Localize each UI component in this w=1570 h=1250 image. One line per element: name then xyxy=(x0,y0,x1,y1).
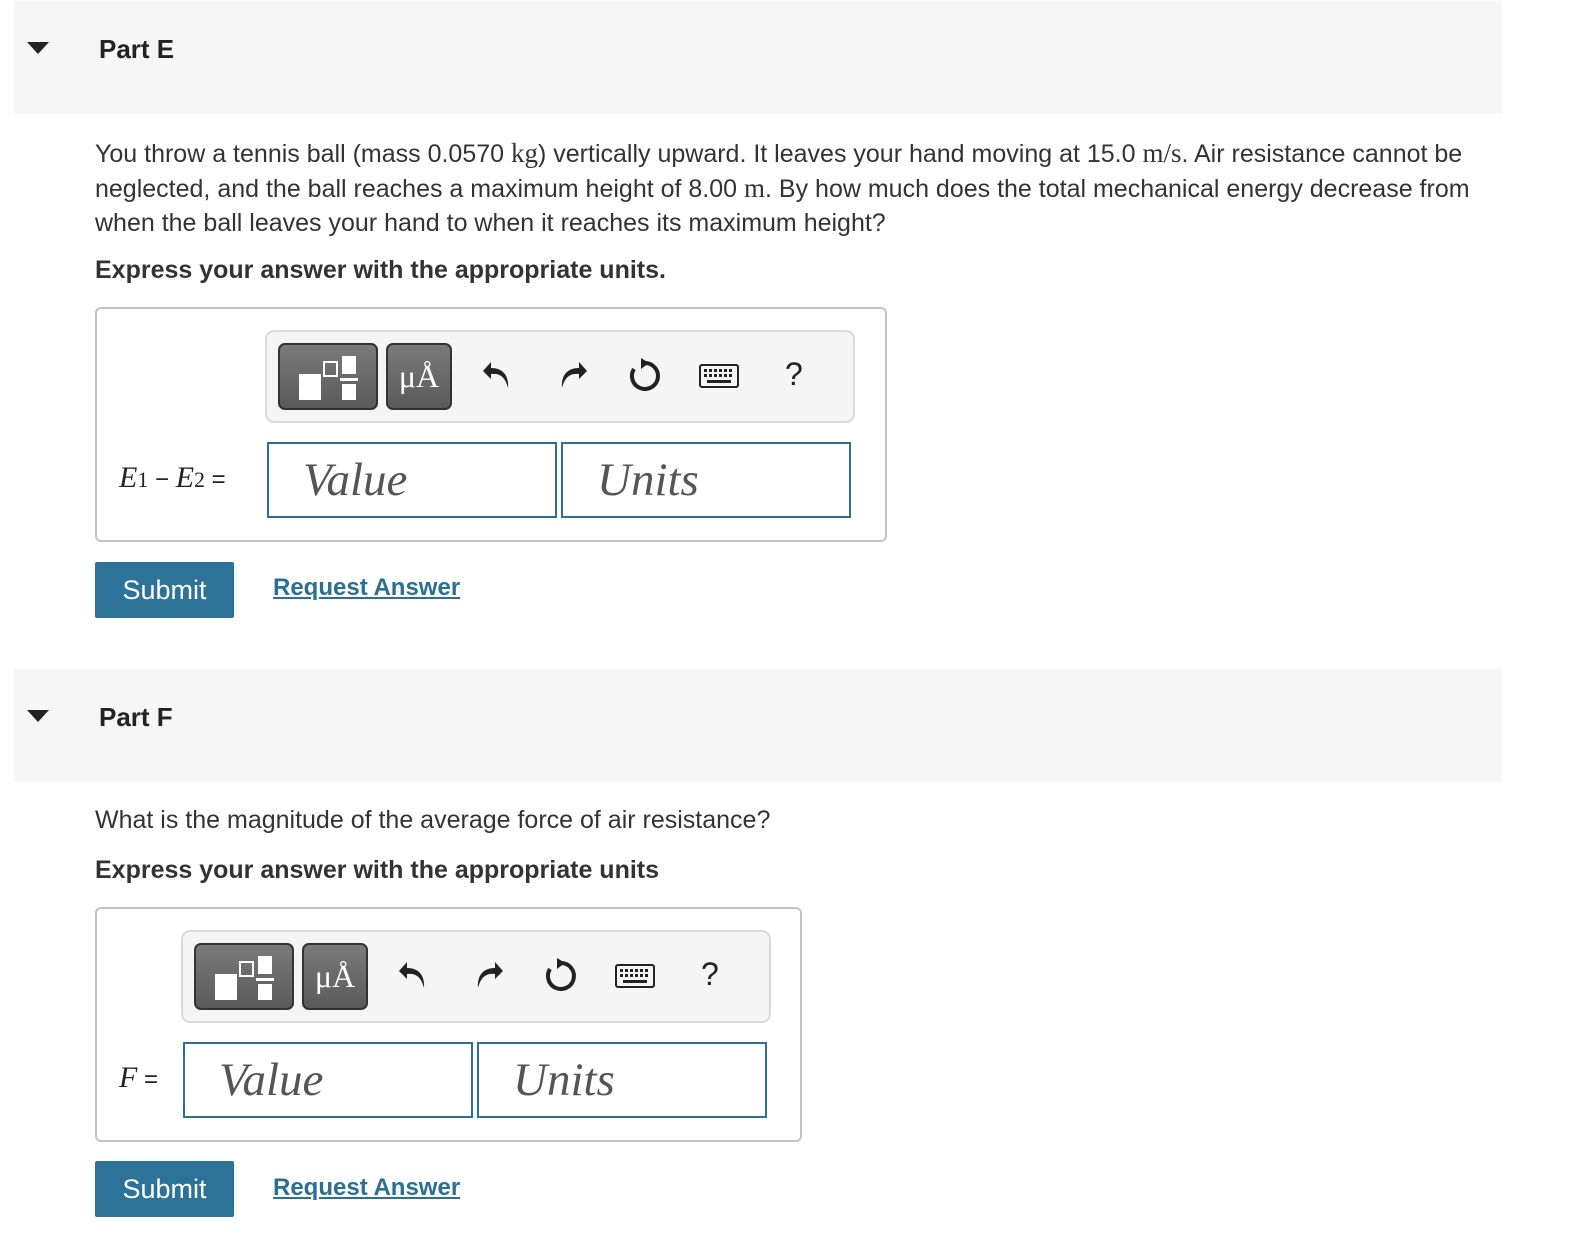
answer-label: F = xyxy=(119,1061,159,1094)
part-title: Part E xyxy=(99,34,175,64)
units-input[interactable] xyxy=(561,442,851,518)
collapse-caret-icon[interactable] xyxy=(27,42,49,54)
answer-label: E1 − E2 = xyxy=(119,461,226,494)
value-input[interactable] xyxy=(183,1042,473,1118)
redo-icon[interactable] xyxy=(555,358,589,392)
submit-button[interactable]: Submit xyxy=(95,1161,234,1217)
undo-icon[interactable] xyxy=(481,358,515,392)
reset-icon[interactable] xyxy=(543,958,579,994)
help-button[interactable]: ? xyxy=(785,356,803,393)
keyboard-icon[interactable] xyxy=(615,964,655,988)
help-button[interactable]: ? xyxy=(701,956,719,993)
keyboard-icon[interactable] xyxy=(699,364,739,388)
math-toolbar: μÅ ? xyxy=(181,930,771,1023)
question-text: What is the magnitude of the average for… xyxy=(95,806,771,834)
templates-button[interactable] xyxy=(194,943,294,1010)
reset-icon[interactable] xyxy=(627,358,663,394)
templates-icon xyxy=(215,955,274,1000)
value-input[interactable] xyxy=(267,442,557,518)
templates-button[interactable] xyxy=(278,343,378,410)
request-answer-link[interactable]: Request Answer xyxy=(273,574,460,602)
part-e-header[interactable] xyxy=(14,1,1502,114)
submit-button[interactable]: Submit xyxy=(95,562,234,618)
collapse-caret-icon[interactable] xyxy=(27,710,49,722)
answer-box: μÅ ? E1 − E2 = xyxy=(95,307,887,542)
instruction-text: Express your answer with the appropriate… xyxy=(95,856,660,884)
templates-icon xyxy=(299,355,358,400)
part-title: Part F xyxy=(99,702,173,732)
units-button[interactable]: μÅ xyxy=(386,343,452,410)
redo-icon[interactable] xyxy=(471,958,505,992)
part-f-header[interactable] xyxy=(14,669,1502,782)
units-button[interactable]: μÅ xyxy=(302,943,368,1010)
question-text: You throw a tennis ball (mass 0.0570 kg)… xyxy=(95,138,1470,237)
instruction-text: Express your answer with the appropriate… xyxy=(95,256,666,284)
units-input[interactable] xyxy=(477,1042,767,1118)
request-answer-link[interactable]: Request Answer xyxy=(273,1174,460,1202)
answer-box: μÅ ? F = xyxy=(95,907,802,1142)
math-toolbar: μÅ ? xyxy=(265,330,855,423)
undo-icon[interactable] xyxy=(397,958,431,992)
